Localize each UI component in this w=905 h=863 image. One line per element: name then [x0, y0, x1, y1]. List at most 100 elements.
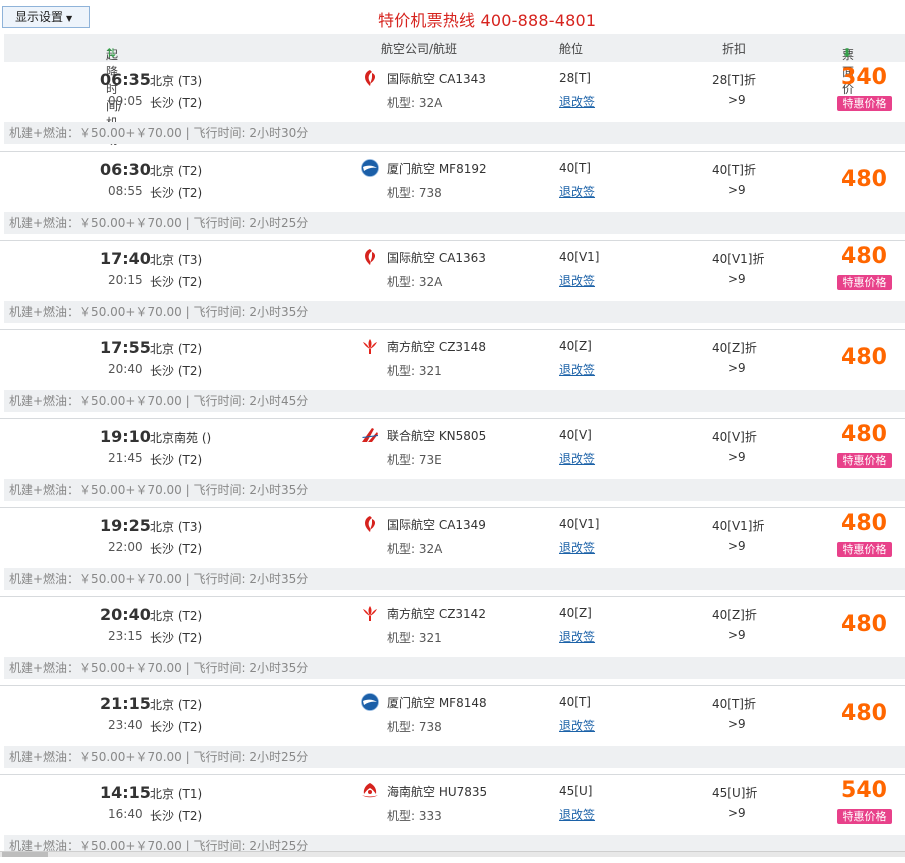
horizontal-scrollbar[interactable]: [0, 851, 905, 857]
departure-time: 06:35: [100, 70, 151, 89]
ticket-price[interactable]: 480: [838, 511, 890, 536]
flight-row[interactable]: 21:15 北京 (T2) 23:40 长沙 (T2) 厦门航空 MF8148 机型: 7…: [0, 685, 905, 774]
aircraft-model: 机型: 333: [387, 809, 442, 823]
refund-change-link[interactable]: 退改签: [559, 628, 595, 645]
airline-logo-icon: [360, 693, 380, 711]
departure-time: 20:40: [100, 605, 151, 624]
flight-row[interactable]: 14:15 北京 (T1) 16:40 长沙 (T2) 海南航空 HU7835 机型: 3…: [0, 774, 905, 863]
departure-time: 06:30: [100, 160, 151, 179]
cabin-class: 40[T]: [559, 695, 591, 709]
departure-airport: 北京 (T1): [150, 787, 203, 801]
cabin-class: 40[Z]: [559, 339, 592, 353]
discount-detail: >9: [728, 183, 746, 197]
refund-change-link[interactable]: 退改签: [559, 450, 595, 467]
scrollbar-thumb[interactable]: [2, 852, 48, 857]
aircraft-model: 机型: 738: [387, 186, 442, 200]
airline-logo-icon: [360, 337, 380, 355]
aircraft-model: 机型: 738: [387, 720, 442, 734]
arrival-airport: 长沙 (T2): [150, 542, 203, 556]
refund-change-link[interactable]: 退改签: [559, 272, 595, 289]
aircraft-model: 机型: 321: [387, 364, 442, 378]
cabin-class: 45[U]: [559, 784, 593, 798]
flight-row[interactable]: 17:40 北京 (T3) 20:15 长沙 (T2) 国际航空 CA1363 机型: 3…: [0, 240, 905, 329]
ticket-price[interactable]: 480: [838, 345, 890, 370]
arrival-time: 23:15: [108, 629, 143, 643]
airline-flight: 厦门航空 MF8192: [387, 162, 487, 176]
flight-row[interactable]: 06:35 北京 (T3) 09:05 长沙 (T2) 国际航空 CA1343 机型: 3…: [0, 62, 905, 151]
refund-change-link[interactable]: 退改签: [559, 717, 595, 734]
sort-icon: ⇅: [106, 46, 117, 60]
departure-time: 21:15: [100, 694, 151, 713]
arrival-airport: 长沙 (T2): [150, 453, 203, 467]
discount: 45[U]折: [712, 786, 758, 800]
ticket-price[interactable]: 480: [838, 167, 890, 192]
display-settings-label: 显示设置: [15, 10, 64, 24]
airline-flight: 国际航空 CA1343: [387, 72, 486, 86]
fee-duration-info: 机建+燃油：￥50.00+￥70.00 | 飞行时间: 2小时45分: [4, 390, 905, 412]
arrival-airport: 长沙 (T2): [150, 96, 203, 110]
refund-change-link[interactable]: 退改签: [559, 361, 595, 378]
ticket-price[interactable]: 340: [838, 65, 890, 90]
caret-down-icon: ▼: [66, 14, 73, 23]
arrival-airport: 长沙 (T2): [150, 186, 203, 200]
fee-duration-info: 机建+燃油：￥50.00+￥70.00 | 飞行时间: 2小时30分: [4, 122, 905, 144]
refund-change-link[interactable]: 退改签: [559, 539, 595, 556]
flight-row[interactable]: 06:30 北京 (T2) 08:55 长沙 (T2) 厦门航空 MF8192 机型: 7…: [0, 151, 905, 240]
departure-time: 17:55: [100, 338, 151, 357]
ticket-price[interactable]: 480: [838, 244, 890, 269]
discount-detail: >9: [728, 93, 746, 107]
arrival-airport: 长沙 (T2): [150, 364, 203, 378]
refund-change-link[interactable]: 退改签: [559, 183, 595, 200]
discount-detail: >9: [728, 628, 746, 642]
header-discount: 折扣: [722, 42, 747, 56]
discount: 28[T]折: [712, 73, 756, 87]
refund-change-link[interactable]: 退改签: [559, 93, 595, 110]
arrival-time: 23:40: [108, 718, 143, 732]
airline-logo-icon: [360, 69, 380, 87]
arrival-airport: 长沙 (T2): [150, 631, 203, 645]
special-price-badge: 特惠价格: [837, 809, 892, 824]
departure-airport: 北京南苑 (): [150, 431, 212, 445]
display-settings-button[interactable]: 显示设置 ▼: [2, 6, 90, 28]
airline-logo-icon: [360, 248, 380, 266]
discount-detail: >9: [728, 272, 746, 286]
cabin-class: 40[V1]: [559, 517, 600, 531]
departure-airport: 北京 (T2): [150, 609, 203, 623]
departure-airport: 北京 (T2): [150, 164, 203, 178]
airline-flight: 国际航空 CA1363: [387, 251, 486, 265]
arrival-time: 20:15: [108, 273, 143, 287]
cabin-class: 40[T]: [559, 161, 591, 175]
discount: 40[V]折: [712, 430, 757, 444]
aircraft-model: 机型: 32A: [387, 275, 443, 289]
aircraft-model: 机型: 321: [387, 631, 442, 645]
flight-row[interactable]: 19:10 北京南苑 () 21:45 长沙 (T2) 联合航空 KN5805 机型: 7…: [0, 418, 905, 507]
ticket-price[interactable]: 480: [838, 612, 890, 637]
flight-row[interactable]: 17:55 北京 (T2) 20:40 长沙 (T2) 南方航空 CZ3148 机型: 3…: [0, 329, 905, 418]
cabin-class: 40[V]: [559, 428, 592, 442]
airline-flight: 厦门航空 MF8148: [387, 696, 487, 710]
airline-logo-icon: [360, 426, 380, 444]
departure-airport: 北京 (T3): [150, 74, 203, 88]
ticket-price[interactable]: 480: [838, 701, 890, 726]
ticket-price[interactable]: 540: [838, 778, 890, 803]
refund-change-link[interactable]: 退改签: [559, 806, 595, 823]
arrival-time: 22:00: [108, 540, 143, 554]
airline-logo-icon: [360, 782, 380, 800]
aircraft-model: 机型: 73E: [387, 453, 442, 467]
arrival-airport: 长沙 (T2): [150, 720, 203, 734]
special-price-badge: 特惠价格: [837, 275, 892, 290]
fee-duration-info: 机建+燃油：￥50.00+￥70.00 | 飞行时间: 2小时25分: [4, 746, 905, 768]
discount-detail: >9: [728, 539, 746, 553]
ticket-price[interactable]: 480: [838, 422, 890, 447]
airline-logo-icon: [360, 604, 380, 622]
fee-duration-info: 机建+燃油：￥50.00+￥70.00 | 飞行时间: 2小时35分: [4, 568, 905, 590]
special-price-badge: 特惠价格: [837, 542, 892, 557]
discount-detail: >9: [728, 361, 746, 375]
departure-time: 17:40: [100, 249, 151, 268]
departure-airport: 北京 (T3): [150, 520, 203, 534]
flight-row[interactable]: 19:25 北京 (T3) 22:00 长沙 (T2) 国际航空 CA1349 机型: 3…: [0, 507, 905, 596]
flight-row[interactable]: 20:40 北京 (T2) 23:15 长沙 (T2) 南方航空 CZ3142 机型: 3…: [0, 596, 905, 685]
airline-flight: 国际航空 CA1349: [387, 518, 486, 532]
discount-detail: >9: [728, 717, 746, 731]
aircraft-model: 机型: 32A: [387, 542, 443, 556]
